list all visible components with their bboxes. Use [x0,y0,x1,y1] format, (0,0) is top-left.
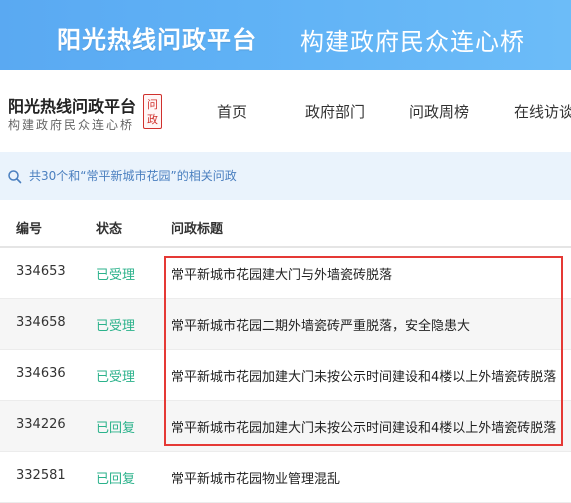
site-logo-title[interactable]: 阳光热线问政平台 [8,93,136,117]
logo-badge-char-1: 问 [147,98,158,111]
row-id: 334658 [16,315,66,330]
table-row[interactable]: 334653 已受理 常平新城市花园建大门与外墙瓷砖脱落 [0,248,571,298]
row-status: 已受理 [96,268,136,283]
top-banner: 阳光热线问政平台 构建政府民众连心桥 [0,0,571,70]
site-logo-subtitle: 构建政府民众连心桥 [8,118,135,132]
logo-badge: 问 政 [143,94,162,129]
nav-weekly-ranking[interactable]: 问政周榜 [409,101,469,122]
row-title-link[interactable]: 常平新城市花园物业管理混乱 [171,468,561,487]
row-id: 334226 [16,417,66,432]
nav-departments[interactable]: 政府部门 [305,101,365,122]
table-row[interactable]: 334226 已回复 常平新城市花园加建大门未按公示时间建设和4楼以上外墙瓷砖脱… [0,401,571,451]
column-header-title: 问政标题 [171,222,224,237]
navbar: 阳光热线问政平台 构建政府民众连心桥 问 政 首页 政府部门 问政周榜 在线访谈 [0,70,571,152]
row-id: 332581 [16,468,66,483]
row-id: 334653 [16,264,66,279]
row-id: 334636 [16,366,66,381]
result-count-text: 共30个和“常平新城市花园”的相关问政 [29,169,237,183]
row-status: 已受理 [96,319,136,334]
nav-home[interactable]: 首页 [217,101,247,122]
column-header-id: 编号 [16,222,43,237]
row-title-link[interactable]: 常平新城市花园建大门与外墙瓷砖脱落 [171,264,561,283]
table-row[interactable]: 334636 已受理 常平新城市花园加建大门未按公示时间建设和4楼以上外墙瓷砖脱… [0,350,571,400]
row-status: 已回复 [96,472,136,487]
row-title-link[interactable]: 常平新城市花园加建大门未按公示时间建设和4楼以上外墙瓷砖脱落 [171,366,561,385]
nav-online-interview[interactable]: 在线访谈 [514,101,571,122]
banner-title: 阳光热线问政平台 [57,26,257,54]
row-status: 已回复 [96,421,136,436]
table-row[interactable]: 334658 已受理 常平新城市花园二期外墙瓷砖严重脱落，安全隐患大 [0,299,571,349]
logo-badge-char-2: 政 [147,113,158,126]
row-status: 已受理 [96,370,136,385]
banner-subtitle: 构建政府民众连心桥 [300,28,525,56]
search-icon [7,169,23,185]
table-row[interactable]: 332581 已回复 常平新城市花园物业管理混乱 [0,452,571,502]
table-header: 编号 状态 问政标题 [0,210,571,246]
result-summary-bar: 共30个和“常平新城市花园”的相关问政 [0,152,571,200]
row-title-link[interactable]: 常平新城市花园加建大门未按公示时间建设和4楼以上外墙瓷砖脱落 [171,417,561,436]
row-title-link[interactable]: 常平新城市花园二期外墙瓷砖严重脱落，安全隐患大 [171,315,561,334]
column-header-status: 状态 [96,222,123,237]
